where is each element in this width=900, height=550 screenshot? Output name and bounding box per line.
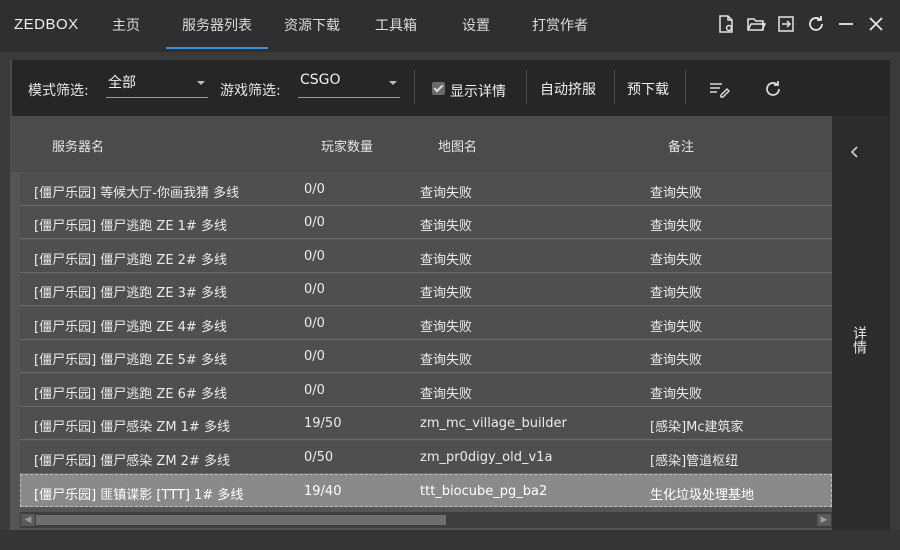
server-name-cell: [僵尸乐园] 僵尸感染 ZM 2# 多线 bbox=[34, 454, 230, 469]
note-cell: 查询失败 bbox=[650, 219, 703, 234]
player-count-cell: 0/0 bbox=[304, 349, 325, 364]
show-details-checkbox[interactable] bbox=[432, 82, 445, 95]
player-count-cell: 0/0 bbox=[304, 316, 325, 331]
server-name-cell: [僵尸乐园] 僵尸逃跑 ZE 4# 多线 bbox=[34, 320, 227, 335]
auto-join-button[interactable]: 自动挤服 bbox=[540, 79, 596, 99]
folder-open-icon[interactable] bbox=[746, 13, 766, 35]
table-row-selected[interactable]: [僵尸乐园] 匪镇谍影 [TTT] 1# 多线 19/40 ttt_biocub… bbox=[20, 474, 832, 507]
tab-server-list[interactable]: 服务器列表 bbox=[182, 15, 252, 35]
table-row[interactable]: [僵尸乐园] 僵尸逃跑 ZE 5# 多线 0/0 查询失败 查询失败 bbox=[20, 340, 832, 373]
column-header-map-name[interactable]: 地图名 bbox=[438, 136, 477, 155]
server-name-cell: [僵尸乐园] 匪镇谍影 [TTT] 1# 多线 bbox=[34, 488, 244, 503]
mode-filter-label: 模式筛选: bbox=[28, 83, 89, 99]
scroll-left-arrow[interactable]: ◀ bbox=[21, 514, 35, 526]
map-name-cell: 查询失败 bbox=[420, 353, 473, 368]
map-name-cell: zm_pr0digy_old_v1a bbox=[420, 450, 553, 465]
active-tab-indicator bbox=[166, 47, 268, 49]
filter-toolbar: 模式筛选: 全部 游戏筛选: CSGO 显示详情 自动挤服 预下载 bbox=[10, 60, 890, 116]
tab-donate[interactable]: 打赏作者 bbox=[532, 15, 588, 35]
note-cell: 查询失败 bbox=[650, 186, 703, 201]
map-name-cell: zm_mc_village_builder bbox=[420, 416, 567, 431]
note-cell: 查询失败 bbox=[650, 387, 703, 402]
pre-download-button[interactable]: 预下载 bbox=[627, 79, 669, 99]
table-row[interactable]: [僵尸乐园] 僵尸逃跑 ZE 2# 多线 0/0 查询失败 查询失败 bbox=[20, 240, 832, 273]
server-name-cell: [僵尸乐园] 僵尸逃跑 ZE 1# 多线 bbox=[34, 219, 227, 234]
refresh-icon[interactable] bbox=[806, 13, 826, 35]
map-name-cell: 查询失败 bbox=[420, 186, 473, 201]
player-count-cell: 0/0 bbox=[304, 215, 325, 230]
map-name-cell: 查询失败 bbox=[420, 320, 473, 335]
detail-panel[interactable]: 详情 bbox=[832, 116, 890, 530]
minimize-icon[interactable] bbox=[836, 13, 856, 35]
table-row[interactable]: [僵尸乐园] 僵尸逃跑 ZE 1# 多线 0/0 查询失败 查询失败 bbox=[20, 206, 832, 239]
note-cell: 查询失败 bbox=[650, 253, 703, 268]
column-header-note[interactable]: 备注 bbox=[668, 136, 694, 155]
toolbar-divider bbox=[685, 70, 686, 104]
server-name-cell: [僵尸乐园] 僵尸逃跑 ZE 6# 多线 bbox=[34, 387, 227, 402]
toolbar-divider bbox=[526, 70, 527, 104]
map-name-cell: ttt_biocube_pg_ba2 bbox=[420, 484, 548, 499]
table-row[interactable]: [僵尸乐园] 僵尸感染 ZM 2# 多线 0/50 zm_pr0digy_old… bbox=[20, 441, 832, 474]
server-name-cell: [僵尸乐园] 僵尸逃跑 ZE 3# 多线 bbox=[34, 286, 227, 301]
map-name-cell: 查询失败 bbox=[420, 219, 473, 234]
chevron-down-icon bbox=[197, 81, 205, 85]
note-cell: [感染]管道枢纽 bbox=[650, 454, 739, 469]
chevron-down-icon bbox=[389, 81, 397, 85]
scrollbar-thumb[interactable] bbox=[36, 515, 446, 525]
player-count-cell: 19/50 bbox=[304, 416, 342, 431]
close-icon[interactable] bbox=[866, 13, 886, 35]
column-header-server-name[interactable]: 服务器名 bbox=[52, 136, 104, 155]
table-row[interactable]: [僵尸乐园] 僵尸感染 ZM 1# 多线 19/50 zm_mc_village… bbox=[20, 407, 832, 440]
mode-filter-value: 全部 bbox=[108, 75, 136, 91]
server-name-cell: [僵尸乐园] 僵尸感染 ZM 1# 多线 bbox=[34, 420, 230, 435]
note-cell: 查询失败 bbox=[650, 320, 703, 335]
detail-panel-label: 详情 bbox=[851, 326, 867, 354]
server-name-cell: [僵尸乐园] 僵尸逃跑 ZE 2# 多线 bbox=[34, 253, 227, 268]
player-count-cell: 0/0 bbox=[304, 249, 325, 264]
tab-toolbox[interactable]: 工具箱 bbox=[375, 15, 417, 35]
map-name-cell: 查询失败 bbox=[420, 387, 473, 402]
table-row[interactable]: [僵尸乐园] 等候大厅-你画我猜 多线 0/0 查询失败 查询失败 bbox=[20, 173, 832, 206]
mode-filter-select[interactable]: 全部 bbox=[106, 72, 208, 98]
player-count-cell: 0/50 bbox=[304, 450, 334, 465]
note-cell: 查询失败 bbox=[650, 286, 703, 301]
scroll-right-arrow[interactable]: ▶ bbox=[817, 514, 831, 526]
app-title: ZEDBOX bbox=[14, 16, 79, 33]
file-settings-icon[interactable] bbox=[716, 13, 736, 35]
edit-list-icon[interactable] bbox=[708, 78, 731, 100]
game-filter-value: CSGO bbox=[300, 72, 341, 88]
table-row[interactable]: [僵尸乐园] 僵尸逃跑 ZE 6# 多线 0/0 查询失败 查询失败 bbox=[20, 374, 832, 407]
login-icon[interactable] bbox=[776, 13, 796, 35]
server-name-cell: [僵尸乐园] 等候大厅-你画我猜 多线 bbox=[34, 186, 240, 201]
map-name-cell: 查询失败 bbox=[420, 253, 473, 268]
toolbar-divider bbox=[614, 70, 615, 104]
player-count-cell: 19/40 bbox=[304, 484, 342, 499]
tab-resource-download[interactable]: 资源下载 bbox=[284, 15, 340, 35]
tab-home[interactable]: 主页 bbox=[112, 15, 140, 35]
note-cell: 查询失败 bbox=[650, 353, 703, 368]
table-row[interactable]: [僵尸乐园] 僵尸逃跑 ZE 3# 多线 0/0 查询失败 查询失败 bbox=[20, 273, 832, 306]
horizontal-scrollbar[interactable]: ◀ ▶ bbox=[20, 512, 832, 528]
bottom-strip bbox=[0, 530, 900, 550]
tab-settings[interactable]: 设置 bbox=[462, 15, 490, 35]
server-name-cell: [僵尸乐园] 僵尸逃跑 ZE 5# 多线 bbox=[34, 353, 227, 368]
table-row[interactable]: [僵尸乐园] 僵尸逃跑 ZE 4# 多线 0/0 查询失败 查询失败 bbox=[20, 307, 832, 340]
note-cell: [感染]Mc建筑家 bbox=[650, 420, 744, 435]
title-bar: ZEDBOX 主页 服务器列表 资源下载 工具箱 设置 打赏作者 bbox=[0, 0, 900, 52]
toolbar-divider bbox=[414, 70, 415, 104]
column-header-player-count[interactable]: 玩家数量 bbox=[321, 136, 373, 155]
show-details-label[interactable]: 显示详情 bbox=[450, 81, 506, 101]
player-count-cell: 0/0 bbox=[304, 282, 325, 297]
note-cell: 生化垃圾处理基地 bbox=[650, 488, 755, 503]
map-name-cell: 查询失败 bbox=[420, 286, 473, 301]
player-count-cell: 0/0 bbox=[304, 383, 325, 398]
server-table: 服务器名 玩家数量 地图名 备注 [僵尸乐园] 等候大厅-你画我猜 多线 0/0… bbox=[10, 116, 832, 530]
game-filter-label: 游戏筛选: bbox=[220, 83, 281, 99]
game-filter-select[interactable]: CSGO bbox=[298, 72, 400, 98]
reload-icon[interactable] bbox=[762, 78, 784, 100]
player-count-cell: 0/0 bbox=[304, 182, 325, 197]
chevron-left-icon[interactable] bbox=[848, 144, 862, 158]
table-header: 服务器名 玩家数量 地图名 备注 bbox=[10, 116, 832, 172]
